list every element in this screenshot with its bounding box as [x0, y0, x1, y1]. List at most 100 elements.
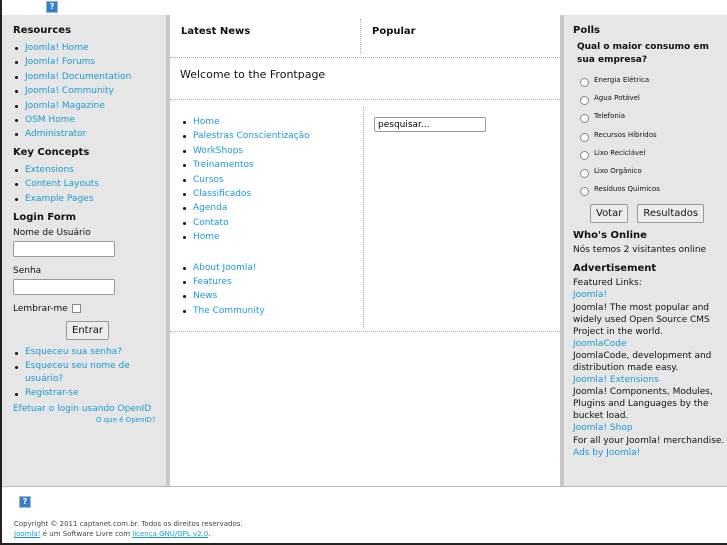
login-help-item: Esqueceu sua senha?	[13, 346, 143, 359]
resources-item: Administrator	[13, 127, 166, 141]
poll-option-label: Resíduos Quimicos	[594, 185, 660, 194]
login-button[interactable]: Entrar	[66, 320, 109, 340]
secondary-menu-link[interactable]: The Community	[193, 306, 265, 316]
ad-text: JoomlaCode, development and distribution…	[573, 350, 712, 373]
login-help-link[interactable]: Registrar-se	[25, 388, 79, 398]
radio-button[interactable]	[580, 96, 589, 106]
joomla-link[interactable]: Joomla!	[14, 530, 41, 538]
main-menu-link[interactable]: Palestras Conscientização	[193, 131, 310, 141]
main-menu-link[interactable]: Contato	[193, 218, 229, 228]
main-menu: Home Palestras Conscientização WorkShops Tr…	[181, 115, 361, 245]
poll-option-label: Recursos Híbridos	[594, 130, 657, 139]
username-label: Nome de Usuário	[13, 227, 91, 238]
main-menu-link[interactable]: Classificados	[193, 189, 251, 199]
main-menu-link[interactable]: Agenda	[193, 203, 227, 213]
poll-option[interactable]: Resíduos Quimicos	[580, 180, 727, 198]
openid-link[interactable]: Efetuar o login usando OpenID	[13, 404, 151, 414]
ad-link[interactable]: JoomlaCode	[573, 339, 627, 349]
login-links: Esqueceu sua senha? Esqueceu seu nome de …	[13, 346, 143, 400]
resources-title: Resources	[13, 25, 72, 36]
main-menu-item: Classificados	[181, 187, 361, 201]
poll-option[interactable]: Lixo Reciclável	[580, 144, 727, 162]
password-input[interactable]	[13, 278, 115, 295]
main-menu-link[interactable]: WorkShops	[193, 146, 243, 156]
poll-option-label: Agua Potável	[594, 94, 640, 103]
remember-checkbox[interactable]	[71, 304, 81, 314]
advertisement-title: Advertisement	[573, 263, 657, 275]
main-menu-link[interactable]: Home	[193, 232, 220, 242]
missing-image-icon: ?	[19, 496, 31, 508]
main-menu-link[interactable]: Home	[193, 117, 220, 127]
poll-option[interactable]: Energia Elétrica	[580, 71, 727, 89]
radio-button[interactable]	[580, 169, 589, 179]
resources-link[interactable]: Joomla! Magazine	[25, 101, 105, 111]
ad-link[interactable]: Joomla! Extensions	[573, 375, 659, 385]
username-input[interactable]	[13, 240, 115, 257]
main-menu-item: Cursos	[181, 173, 361, 187]
resources-link[interactable]: Joomla! Forums	[25, 57, 95, 67]
poll-option[interactable]: Agua Potável	[580, 89, 727, 107]
secondary-menu-link[interactable]: Features	[193, 277, 232, 287]
secondary-menu-item: The Community	[181, 304, 361, 318]
resources-item: OSM Home	[13, 113, 166, 127]
secondary-menu-item: News	[181, 289, 361, 303]
login-help-link[interactable]: Esqueceu seu nome de usuário?	[25, 361, 130, 384]
resources-link[interactable]: OSM Home	[25, 115, 75, 125]
login-help-link[interactable]: Esqueceu sua senha?	[25, 347, 122, 357]
results-button[interactable]: Resultados	[637, 204, 705, 224]
key-concepts-item: Example Pages	[13, 192, 166, 206]
radio-button[interactable]	[580, 78, 589, 88]
resources-item: Joomla! Forums	[13, 55, 166, 69]
ad-link[interactable]: Joomla!	[573, 290, 607, 300]
ads-by-link[interactable]: Ads by Joomla!	[573, 448, 640, 458]
ad-text: Joomla! The most popular and widely used…	[573, 302, 710, 337]
secondary-menu: About Joomla! Features News The Community	[181, 261, 361, 319]
main-menu-link[interactable]: Cursos	[193, 175, 224, 185]
poll-option[interactable]: Recursos Híbridos	[580, 126, 727, 144]
main-menu-item: WorkShops	[181, 144, 361, 158]
resources-item: Joomla! Home	[13, 41, 166, 55]
main-menu-item: Home	[181, 115, 361, 129]
main-menu-item: Contato	[181, 216, 361, 230]
main-content: Latest News Popular Welcome to the Front…	[170, 15, 560, 486]
whos-online-title: Who's Online	[573, 230, 647, 242]
right-sidebar: Polls Qual o maior consumo em sua empres…	[560, 15, 727, 486]
popular-title: Popular	[360, 19, 416, 53]
radio-button[interactable]	[580, 114, 589, 124]
login-help-item: Esqueceu seu nome de usuário?	[13, 360, 143, 386]
welcome-heading: Welcome to the Frontpage	[180, 68, 326, 81]
main-menu-link[interactable]: Treinamentos	[193, 160, 254, 170]
resources-link[interactable]: Joomla! Documentation	[25, 72, 131, 82]
radio-button[interactable]	[580, 132, 589, 142]
footer-period: .	[208, 530, 211, 538]
ad-link[interactable]: Joomla! Shop	[573, 423, 633, 433]
main-menu-item: Treinamentos	[181, 158, 361, 172]
poll-option[interactable]: Lixo Orgânico	[580, 162, 727, 180]
radio-button[interactable]	[580, 150, 589, 160]
resources-link[interactable]: Administrator	[25, 129, 86, 139]
key-concepts-item: Extensions	[13, 163, 166, 177]
key-concepts-link[interactable]: Content Layouts	[25, 179, 99, 189]
license-link[interactable]: licença GNU/GPL v2.0	[132, 530, 208, 538]
left-sidebar: Resources Joomla! Home Joomla! Forums Joom…	[2, 15, 170, 486]
key-concepts-link[interactable]: Extensions	[25, 165, 74, 175]
search-input[interactable]	[374, 117, 486, 132]
resources-link[interactable]: Joomla! Home	[25, 43, 89, 53]
main-menu-item: Home	[181, 230, 361, 244]
secondary-menu-link[interactable]: About Joomla!	[193, 263, 257, 273]
login-help-item: Registrar-se	[13, 387, 143, 400]
remember-label: Lembrar-me	[13, 303, 68, 314]
radio-button[interactable]	[580, 187, 589, 197]
key-concepts-link[interactable]: Example Pages	[25, 194, 93, 204]
featured-label: Featured Links:	[573, 278, 642, 289]
vote-button[interactable]: Votar	[590, 204, 629, 224]
poll-question: Qual o maior consumo em sua empresa?	[577, 42, 709, 65]
openid-help-link[interactable]: O que é OpenID?	[96, 416, 156, 424]
resources-link[interactable]: Joomla! Community	[25, 86, 114, 96]
secondary-menu-link[interactable]: News	[193, 291, 217, 301]
main-menu-item: Palestras Conscientização	[181, 129, 361, 143]
resources-menu: Joomla! Home Joomla! Forums Joomla! Docume…	[13, 41, 166, 142]
poll-option[interactable]: Telefonia	[580, 107, 727, 125]
online-text: Nós temos 2 visitantes online	[573, 245, 707, 256]
poll-option-label: Lixo Orgânico	[594, 167, 642, 176]
